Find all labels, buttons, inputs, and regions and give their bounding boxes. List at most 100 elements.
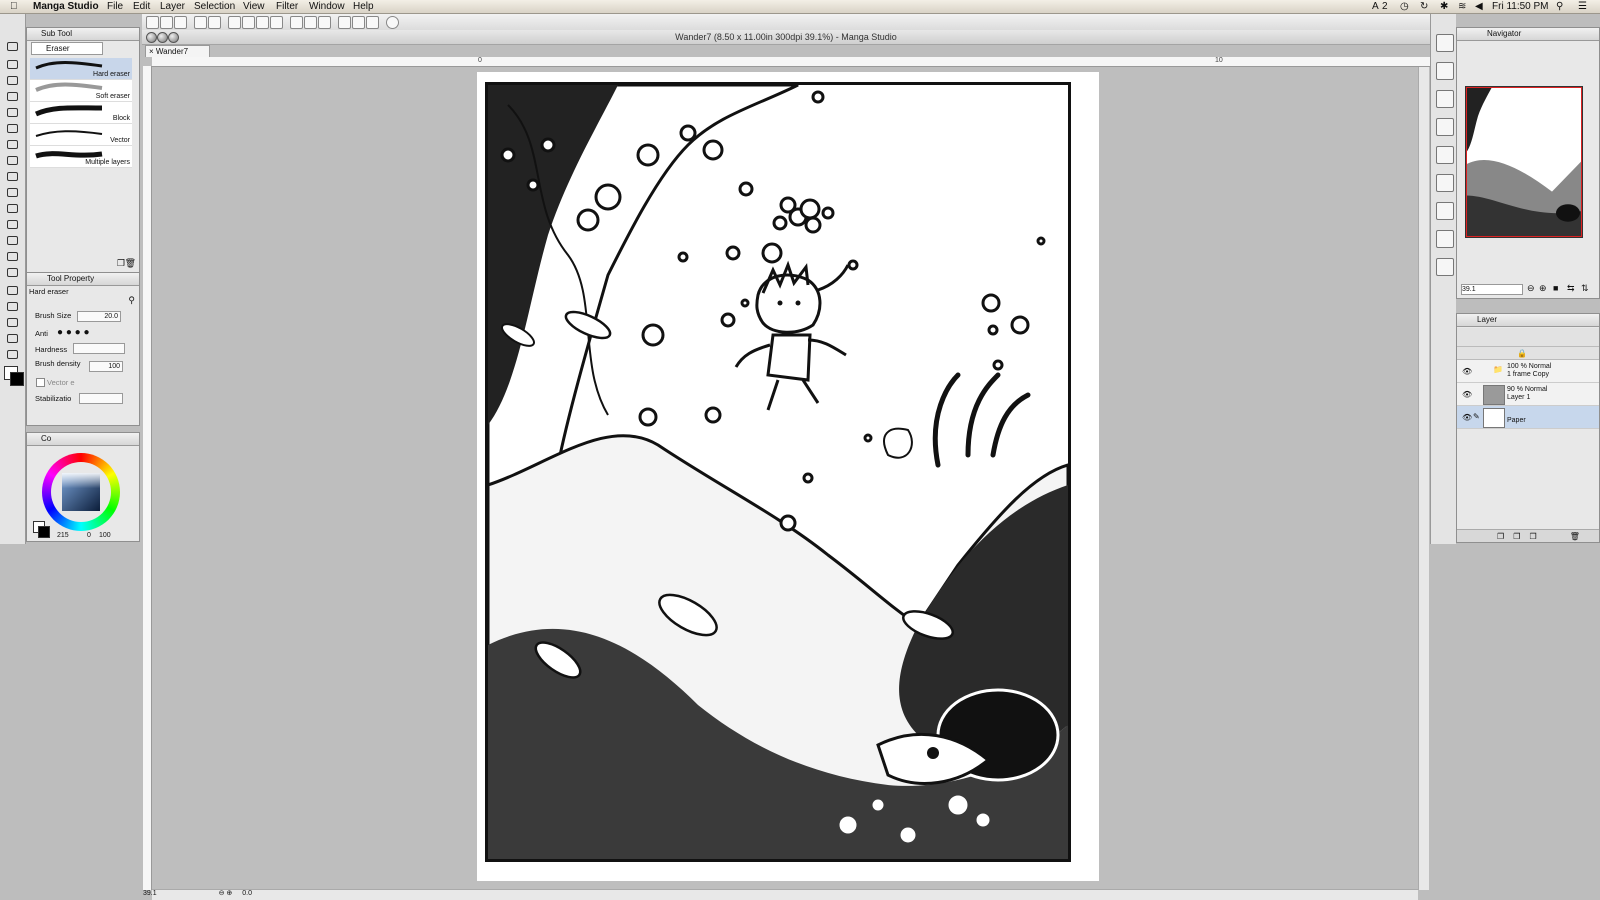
blending-mode-select[interactable] bbox=[1457, 328, 1599, 347]
undo-icon[interactable] bbox=[194, 16, 207, 29]
brush-tool-icon[interactable] bbox=[5, 202, 19, 214]
preview-zoom-icon[interactable]: ⚲ bbox=[128, 295, 135, 306]
hardness-slider[interactable] bbox=[73, 343, 125, 354]
brush-hard-eraser[interactable]: Hard eraser bbox=[30, 58, 132, 80]
document-tab[interactable]: × Wander7 bbox=[145, 45, 210, 57]
horizontal-ruler[interactable]: 0 10 bbox=[152, 57, 1430, 67]
gradient-tool-icon[interactable] bbox=[5, 300, 19, 312]
navigator-header[interactable]: Navigator bbox=[1457, 28, 1599, 41]
auto-select-icon[interactable] bbox=[5, 122, 19, 134]
move-tool-icon[interactable] bbox=[5, 90, 19, 102]
adobe-icon[interactable]: A bbox=[1372, 0, 1379, 13]
free-transform-icon[interactable] bbox=[270, 16, 283, 29]
timemachine-icon[interactable]: ◷ bbox=[1400, 0, 1409, 13]
brush-vector[interactable]: Vector bbox=[30, 124, 132, 146]
stabilization-slider[interactable] bbox=[79, 393, 123, 404]
new-raster-layer-icon[interactable]: ❐ bbox=[1497, 532, 1504, 541]
folder-icon[interactable]: 📁 bbox=[1493, 365, 1503, 374]
rotate-icon[interactable] bbox=[256, 16, 269, 29]
eyedropper-icon[interactable] bbox=[5, 138, 19, 150]
visibility-icon[interactable]: 👁 bbox=[1462, 413, 1472, 422]
save-icon[interactable] bbox=[174, 16, 187, 29]
visibility-icon[interactable]: 👁 bbox=[1462, 390, 1472, 399]
color-wheel-tab[interactable]: Co bbox=[41, 434, 51, 443]
menu-view[interactable]: View bbox=[243, 0, 265, 13]
flip-vertical-icon[interactable]: ⇅ bbox=[1581, 283, 1589, 294]
pen-tool-icon[interactable] bbox=[5, 154, 19, 166]
delete-subtool-icon[interactable]: 🗑 bbox=[125, 258, 136, 269]
color-wheel[interactable] bbox=[42, 453, 120, 531]
clock[interactable]: Fri 11:50 PM bbox=[1492, 0, 1549, 13]
decoration-tool-icon[interactable] bbox=[5, 234, 19, 246]
airbrush-tool-icon[interactable] bbox=[5, 218, 19, 230]
brush-block[interactable]: Block bbox=[30, 102, 132, 124]
edit-layer-icon[interactable] bbox=[1436, 90, 1454, 108]
balloon-tool-icon[interactable] bbox=[5, 348, 19, 360]
menu-window[interactable]: Window bbox=[309, 0, 345, 13]
artwork-frame[interactable] bbox=[485, 82, 1071, 862]
menu-filter[interactable]: Filter bbox=[276, 0, 298, 13]
history-icon[interactable] bbox=[1436, 146, 1454, 164]
info-icon[interactable] bbox=[1436, 258, 1454, 276]
layer-options-bar[interactable]: 🔒 bbox=[1457, 347, 1599, 360]
menu-file[interactable]: File bbox=[107, 0, 123, 13]
rotate-tool-icon[interactable] bbox=[5, 74, 19, 86]
snap-perspective-icon[interactable] bbox=[366, 16, 379, 29]
anti-alias-selector[interactable]: ● ● ● ● bbox=[57, 326, 121, 338]
bluetooth-icon[interactable]: ✱ bbox=[1440, 0, 1448, 13]
zoom-tool-icon[interactable] bbox=[5, 40, 19, 52]
tool-property-header[interactable]: Tool Property bbox=[27, 273, 139, 286]
help-icon[interactable] bbox=[386, 16, 399, 29]
app-menu[interactable]: Manga Studio bbox=[33, 0, 99, 13]
fill-tool-icon[interactable] bbox=[5, 284, 19, 296]
marker-tool-icon[interactable] bbox=[5, 170, 19, 182]
snap-ruler-icon[interactable] bbox=[338, 16, 351, 29]
brush-density-input[interactable]: 100 bbox=[89, 361, 123, 372]
flip-horizontal-icon[interactable]: ⇆ bbox=[1567, 283, 1575, 294]
text-tool-icon[interactable] bbox=[5, 332, 19, 344]
status-rotation[interactable]: 0.0 bbox=[242, 890, 252, 897]
scale-icon[interactable] bbox=[242, 16, 255, 29]
volume-icon[interactable]: ◀ bbox=[1475, 0, 1483, 13]
material-icon[interactable] bbox=[1436, 34, 1454, 52]
eraser-tab[interactable]: Eraser bbox=[31, 42, 103, 55]
spotlight-icon[interactable]: ⚲ bbox=[1556, 0, 1563, 13]
layer-header[interactable]: Layer bbox=[1457, 314, 1599, 327]
brush-size-input[interactable]: 20.0 bbox=[77, 311, 121, 322]
layer-row[interactable]: 👁 📁 100 % Normal 1 frame Copy bbox=[1457, 360, 1599, 383]
menu-help[interactable]: Help bbox=[353, 0, 374, 13]
sub-color-chip[interactable] bbox=[38, 526, 50, 538]
auto-action-icon[interactable] bbox=[1436, 202, 1454, 220]
new-vector-layer-icon[interactable]: ❐ bbox=[1513, 532, 1520, 541]
redo-icon[interactable] bbox=[208, 16, 221, 29]
wifi-icon[interactable]: ≋ bbox=[1458, 0, 1466, 13]
brush-soft-eraser[interactable]: Soft eraser bbox=[30, 80, 132, 102]
color-panel-header[interactable]: Co bbox=[27, 433, 139, 446]
visibility-icon[interactable]: 👁 bbox=[1462, 367, 1472, 376]
layer-row[interactable]: 👁 90 % Normal Layer 1 bbox=[1457, 383, 1599, 406]
close-window-icon[interactable] bbox=[146, 32, 157, 43]
open-icon[interactable] bbox=[160, 16, 173, 29]
sync-icon[interactable]: ↻ bbox=[1420, 0, 1428, 13]
navigator-thumbnail[interactable] bbox=[1465, 86, 1583, 238]
brush-multiple-layers[interactable]: Multiple layers bbox=[30, 146, 132, 168]
zoom-out-icon[interactable]: ⊖ bbox=[1527, 283, 1535, 294]
hand-tool-icon[interactable] bbox=[5, 58, 19, 70]
sub-view-icon[interactable] bbox=[1436, 118, 1454, 136]
list-icon[interactable]: ☰ bbox=[1578, 0, 1587, 13]
blend-tool-icon[interactable] bbox=[5, 266, 19, 278]
clear-icon[interactable] bbox=[290, 16, 303, 29]
new-icon[interactable] bbox=[146, 16, 159, 29]
pencil-tool-icon[interactable] bbox=[5, 186, 19, 198]
frame-icon[interactable] bbox=[318, 16, 331, 29]
minimize-window-icon[interactable] bbox=[157, 32, 168, 43]
fit-screen-icon[interactable]: ■ bbox=[1553, 283, 1558, 293]
menu-edit[interactable]: Edit bbox=[133, 0, 150, 13]
zoom-out-icon[interactable]: ⊖ bbox=[219, 890, 225, 897]
zoom-window-icon[interactable] bbox=[168, 32, 179, 43]
vertical-scrollbar[interactable] bbox=[1418, 67, 1429, 890]
snap-grid-icon[interactable] bbox=[352, 16, 365, 29]
tab-close-icon[interactable]: × bbox=[149, 47, 154, 56]
delete-layer-icon[interactable]: 🗑 bbox=[1570, 532, 1580, 541]
view-rectangle[interactable] bbox=[1466, 87, 1582, 237]
